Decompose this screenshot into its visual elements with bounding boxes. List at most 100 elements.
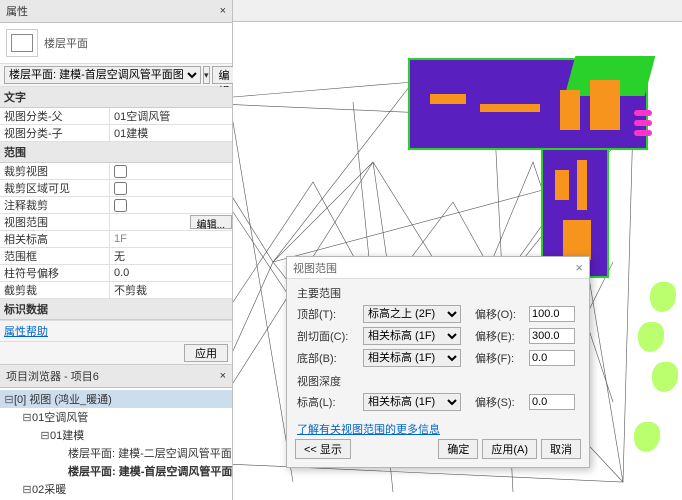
bottom-label: 底部(B): (297, 350, 357, 366)
section-text: 文字 (0, 87, 232, 108)
row-level: 标高(L): 相关标高 (1F) 偏移(S): (297, 393, 579, 411)
view-range-edit-button[interactable]: 编辑... (190, 215, 232, 229)
landscape-blob (652, 362, 678, 392)
close-icon[interactable]: × (220, 5, 226, 17)
row-annotation-crop[interactable]: 注释裁剪 (0, 197, 232, 214)
show-button[interactable]: << 显示 (295, 439, 351, 459)
section-range: 范围 (0, 142, 232, 163)
tree-item-label: 02采暖 (32, 484, 66, 496)
learn-more-link[interactable]: 了解有关视图范围的更多信息 (297, 421, 440, 437)
bottom-select[interactable]: 相关标高 (1F) (363, 349, 461, 367)
row-assoc-level: 相关标高 1F (0, 231, 232, 248)
dialog-buttons: << 显示 确定 应用(A) 取消 (295, 439, 581, 459)
tree-item-label: 01空调风管 (32, 412, 88, 424)
primary-range-label: 主要范围 (297, 285, 579, 301)
crop-view-checkbox[interactable] (114, 165, 127, 178)
row-view-cat-child[interactable]: 视图分类-子 01建模 (0, 125, 232, 142)
tree-item[interactable]: 楼层平面: 建模-二层空调风管平面图 (0, 444, 232, 462)
landscape-blob (638, 322, 664, 352)
duct-segment (555, 170, 569, 200)
row-view-range[interactable]: 视图范围 编辑... (0, 214, 232, 231)
annotation-crop-checkbox[interactable] (114, 199, 127, 212)
tree-item-label: 楼层平面: 建模-首层空调风管平面图 (68, 466, 232, 478)
section-id-data: 标识数据 (0, 299, 232, 320)
marker-icon (634, 130, 652, 136)
row-scope-box[interactable]: 范围框 无 (0, 248, 232, 265)
expand-icon[interactable]: ⊟ (40, 429, 50, 442)
duct-segment (577, 160, 587, 210)
close-icon[interactable]: × (220, 370, 226, 382)
marker-icon (634, 110, 652, 116)
left-panel: 属性 × 楼层平面 楼层平面: 建模-首层空调风管平面图 ▾ 编辑类型 文字 视… (0, 0, 233, 500)
row-bottom: 底部(B): 相关标高 (1F) 偏移(F): (297, 349, 579, 367)
landscape-blob (634, 422, 660, 452)
tree-item-label: 01建模 (50, 430, 84, 442)
view-header (233, 0, 682, 22)
top-label: 顶部(T): (297, 306, 357, 322)
bottom-offset-label: 偏移(F): (475, 350, 523, 366)
top-offset-label: 偏移(O): (475, 306, 523, 322)
row-crop-view[interactable]: 裁剪视图 (0, 163, 232, 180)
properties-grid: 文字 视图分类-父 01空调风管 视图分类-子 01建模 范围 裁剪视图 裁剪区… (0, 87, 232, 320)
level-label: 标高(L): (297, 394, 357, 410)
instance-selector[interactable]: 楼层平面: 建模-首层空调风管平面图 (4, 66, 201, 84)
top-offset-input[interactable] (529, 306, 575, 322)
level-select[interactable]: 相关标高 (1F) (363, 393, 461, 411)
row-crop-region-visible[interactable]: 裁剪区域可见 (0, 180, 232, 197)
cancel-button[interactable]: 取消 (541, 439, 581, 459)
project-browser-header: 项目浏览器 - 项目6 × (0, 365, 232, 388)
ok-button[interactable]: 确定 (438, 439, 478, 459)
tree-item[interactable]: ⊟01建模 (0, 426, 232, 444)
tree-item[interactable]: 楼层平面: 建模-首层空调风管平面图 (0, 462, 232, 480)
view-range-dialog: 视图范围 × 主要范围 顶部(T): 标高之上 (2F) 偏移(O): 剖切面(… (286, 256, 590, 468)
type-label: 楼层平面 (44, 35, 88, 51)
dialog-title: 视图范围 (293, 260, 337, 276)
tree-item-label: 楼层平面: 建模-二层空调风管平面图 (68, 448, 232, 460)
level-offset-label: 偏移(S): (475, 394, 523, 410)
row-top: 顶部(T): 标高之上 (2F) 偏移(O): (297, 305, 579, 323)
project-browser-title: 项目浏览器 - 项目6 (6, 368, 99, 384)
marker-icon (634, 120, 652, 126)
properties-help-link[interactable]: 属性帮助 (0, 320, 232, 342)
row-cut: 剖切面(C): 相关标高 (1F) 偏移(E): (297, 327, 579, 345)
duct-segment (430, 94, 466, 104)
properties-apply-button[interactable]: 应用 (184, 344, 228, 362)
level-offset-input[interactable] (529, 394, 575, 410)
duct-segment (563, 220, 591, 260)
cut-label: 剖切面(C): (297, 328, 357, 344)
dialog-titlebar[interactable]: 视图范围 × (287, 257, 589, 279)
filter-icon[interactable]: ▾ (203, 66, 210, 84)
type-selector-row: 楼层平面 (0, 23, 232, 64)
expand-icon[interactable]: ⊟ (22, 483, 32, 496)
row-depth-clipping[interactable]: 截剪裁 不剪裁 (0, 282, 232, 299)
properties-apply-row: 应用 (0, 342, 232, 365)
project-browser-tree[interactable]: ⊟[0] 视图 (鸿业_暖通)⊟01空调风管⊟01建模楼层平面: 建模-二层空调… (0, 388, 232, 500)
properties-title: 属性 (6, 3, 28, 19)
row-column-symbol-offset[interactable]: 柱符号偏移 0.0 (0, 265, 232, 282)
row-view-cat-parent[interactable]: 视图分类-父 01空调风管 (0, 108, 232, 125)
cut-offset-input[interactable] (529, 328, 575, 344)
floor-plan-icon (6, 29, 38, 57)
tree-item[interactable]: ⊟[0] 视图 (鸿业_暖通) (0, 390, 232, 408)
apply-button[interactable]: 应用(A) (482, 439, 537, 459)
plan-overlay (408, 58, 648, 150)
close-icon[interactable]: × (575, 260, 583, 275)
duct-segment (560, 90, 580, 130)
expand-icon[interactable]: ⊟ (4, 393, 14, 406)
cut-select[interactable]: 相关标高 (1F) (363, 327, 461, 345)
expand-icon[interactable]: ⊟ (22, 411, 32, 424)
tree-item[interactable]: ⊟01空调风管 (0, 408, 232, 426)
landscape-blob (650, 282, 676, 312)
view-depth-label: 视图深度 (297, 373, 579, 389)
bottom-offset-input[interactable] (529, 350, 575, 366)
duct-segment (480, 104, 540, 112)
tree-item-label: [0] 视图 (鸿业_暖通) (14, 394, 112, 406)
duct-segment (590, 80, 620, 130)
top-select[interactable]: 标高之上 (2F) (363, 305, 461, 323)
dialog-body: 主要范围 顶部(T): 标高之上 (2F) 偏移(O): 剖切面(C): 相关标… (287, 279, 589, 443)
cut-offset-label: 偏移(E): (475, 328, 523, 344)
crop-region-visible-checkbox[interactable] (114, 182, 127, 195)
tree-item[interactable]: ⊟02采暖 (0, 480, 232, 498)
instance-selector-row: 楼层平面: 建模-首层空调风管平面图 ▾ 编辑类型 (0, 64, 232, 87)
properties-panel-header: 属性 × (0, 0, 232, 23)
